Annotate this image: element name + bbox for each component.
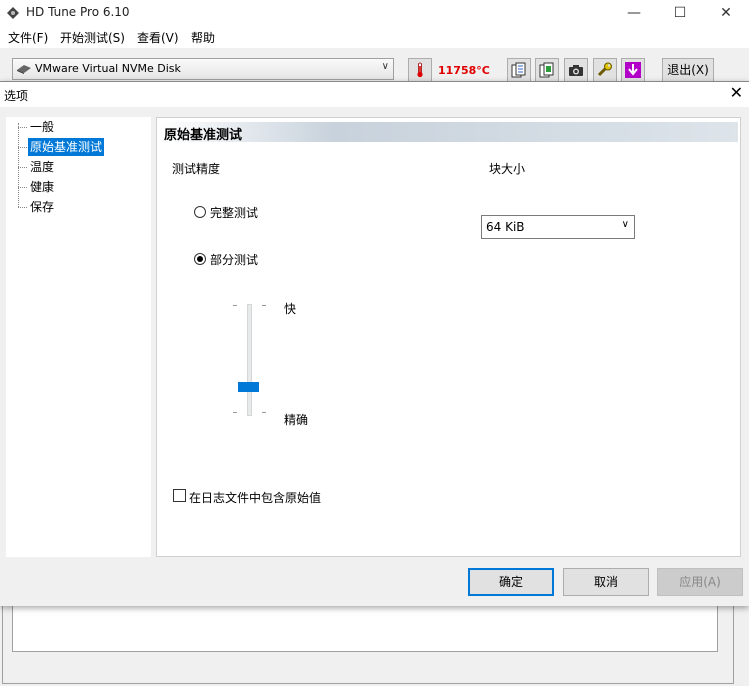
- exit-button[interactable]: 退出(X): [662, 58, 714, 82]
- block-size-label: 块大小: [489, 162, 526, 176]
- log-area[interactable]: [12, 604, 718, 652]
- options-dialog: 选项 ✕ 一般 原始基准测试 温度 健康 保存 原始基准测试 测试精度 块大小 …: [0, 81, 749, 606]
- menu-view[interactable]: 查看(V): [137, 29, 179, 46]
- disk-select[interactable]: VMware Virtual NVMe Disk ∨: [12, 58, 394, 80]
- menubar: 文件(F) 开始测试(S) 查看(V) 帮助: [0, 26, 749, 48]
- copy-image-button[interactable]: [535, 58, 559, 82]
- slider-accurate-label: 精确: [284, 413, 309, 427]
- accuracy-label: 测试精度: [172, 162, 221, 176]
- tree-branch: [18, 147, 27, 148]
- menu-start-test[interactable]: 开始测试(S): [60, 29, 125, 46]
- dialog-close-button[interactable]: ✕: [730, 83, 743, 102]
- minimize-button[interactable]: —: [611, 0, 657, 26]
- include-raw-label[interactable]: 在日志文件中包含原始值: [189, 489, 321, 506]
- dialog-titlebar: 选项 ✕: [0, 82, 749, 107]
- tree-item-health[interactable]: 健康: [28, 178, 56, 196]
- apply-button[interactable]: 应用(A): [657, 568, 743, 596]
- slider-tick: [233, 412, 237, 413]
- screenshot-button[interactable]: [564, 58, 588, 82]
- section-title: 原始基准测试: [164, 128, 243, 143]
- radio-selected-dot: [197, 256, 203, 262]
- disk-label: VMware Virtual NVMe Disk: [35, 62, 181, 75]
- section-header: 原始基准测试: [160, 122, 738, 143]
- save-results-button[interactable]: [621, 58, 645, 82]
- tree-item-save[interactable]: 保存: [28, 198, 56, 216]
- radio-full-test-label[interactable]: 完整测试: [210, 204, 258, 221]
- app-title: HD Tune Pro 6.10: [26, 5, 130, 19]
- chevron-down-icon: ∨: [621, 219, 629, 230]
- chevron-down-icon: ∨: [381, 61, 389, 72]
- maximize-button[interactable]: ☐: [657, 0, 703, 26]
- tree-line: [18, 123, 19, 207]
- content-panel: 原始基准测试 测试精度 块大小 完整测试 部分测试 64 KiB ∨ 快 精确 …: [156, 117, 741, 557]
- radio-partial-test[interactable]: [194, 253, 206, 265]
- close-button[interactable]: ✕: [703, 0, 749, 26]
- slider-tick: [262, 412, 266, 413]
- thermometer-icon: [417, 62, 423, 78]
- block-size-select[interactable]: 64 KiB ∨: [481, 215, 635, 239]
- app-icon: [6, 6, 20, 20]
- tree-item-general[interactable]: 一般: [28, 118, 56, 136]
- tree-branch: [18, 127, 27, 128]
- tree-branch: [18, 207, 27, 208]
- options-tree: 一般 原始基准测试 温度 健康 保存: [6, 117, 151, 557]
- accuracy-slider-thumb[interactable]: [238, 381, 259, 392]
- copy-image-icon: [539, 62, 554, 78]
- accuracy-slider-track[interactable]: [247, 304, 252, 416]
- radio-partial-test-label[interactable]: 部分测试: [210, 251, 258, 268]
- slider-tick: [233, 305, 237, 306]
- tree-item-raw-benchmark[interactable]: 原始基准测试: [28, 138, 105, 156]
- block-size-value: 64 KiB: [486, 220, 525, 234]
- copy-icon: [511, 62, 526, 78]
- main-titlebar: HD Tune Pro 6.10 — ☐ ✕: [0, 0, 749, 26]
- temperature-value: 11758°C: [438, 64, 490, 77]
- include-raw-checkbox[interactable]: [173, 489, 186, 502]
- slider-fast-label: 快: [284, 302, 297, 316]
- camera-icon: [569, 65, 583, 76]
- ok-button[interactable]: 确定: [468, 568, 554, 596]
- radio-full-test[interactable]: [194, 206, 206, 218]
- menu-help[interactable]: 帮助: [191, 29, 215, 46]
- wrench-icon: [597, 62, 612, 77]
- copy-text-button[interactable]: [507, 58, 531, 82]
- options-button[interactable]: [593, 58, 617, 82]
- cancel-button[interactable]: 取消: [563, 568, 649, 596]
- download-icon: [625, 62, 641, 78]
- slider-tick: [262, 305, 266, 306]
- dialog-title: 选项: [4, 89, 29, 103]
- tree-branch: [18, 187, 27, 188]
- tree-branch: [18, 167, 27, 168]
- menu-file[interactable]: 文件(F): [8, 29, 48, 46]
- disk-icon: [16, 63, 32, 74]
- thermometer-button[interactable]: [408, 58, 432, 82]
- tree-item-temperature[interactable]: 温度: [28, 158, 56, 176]
